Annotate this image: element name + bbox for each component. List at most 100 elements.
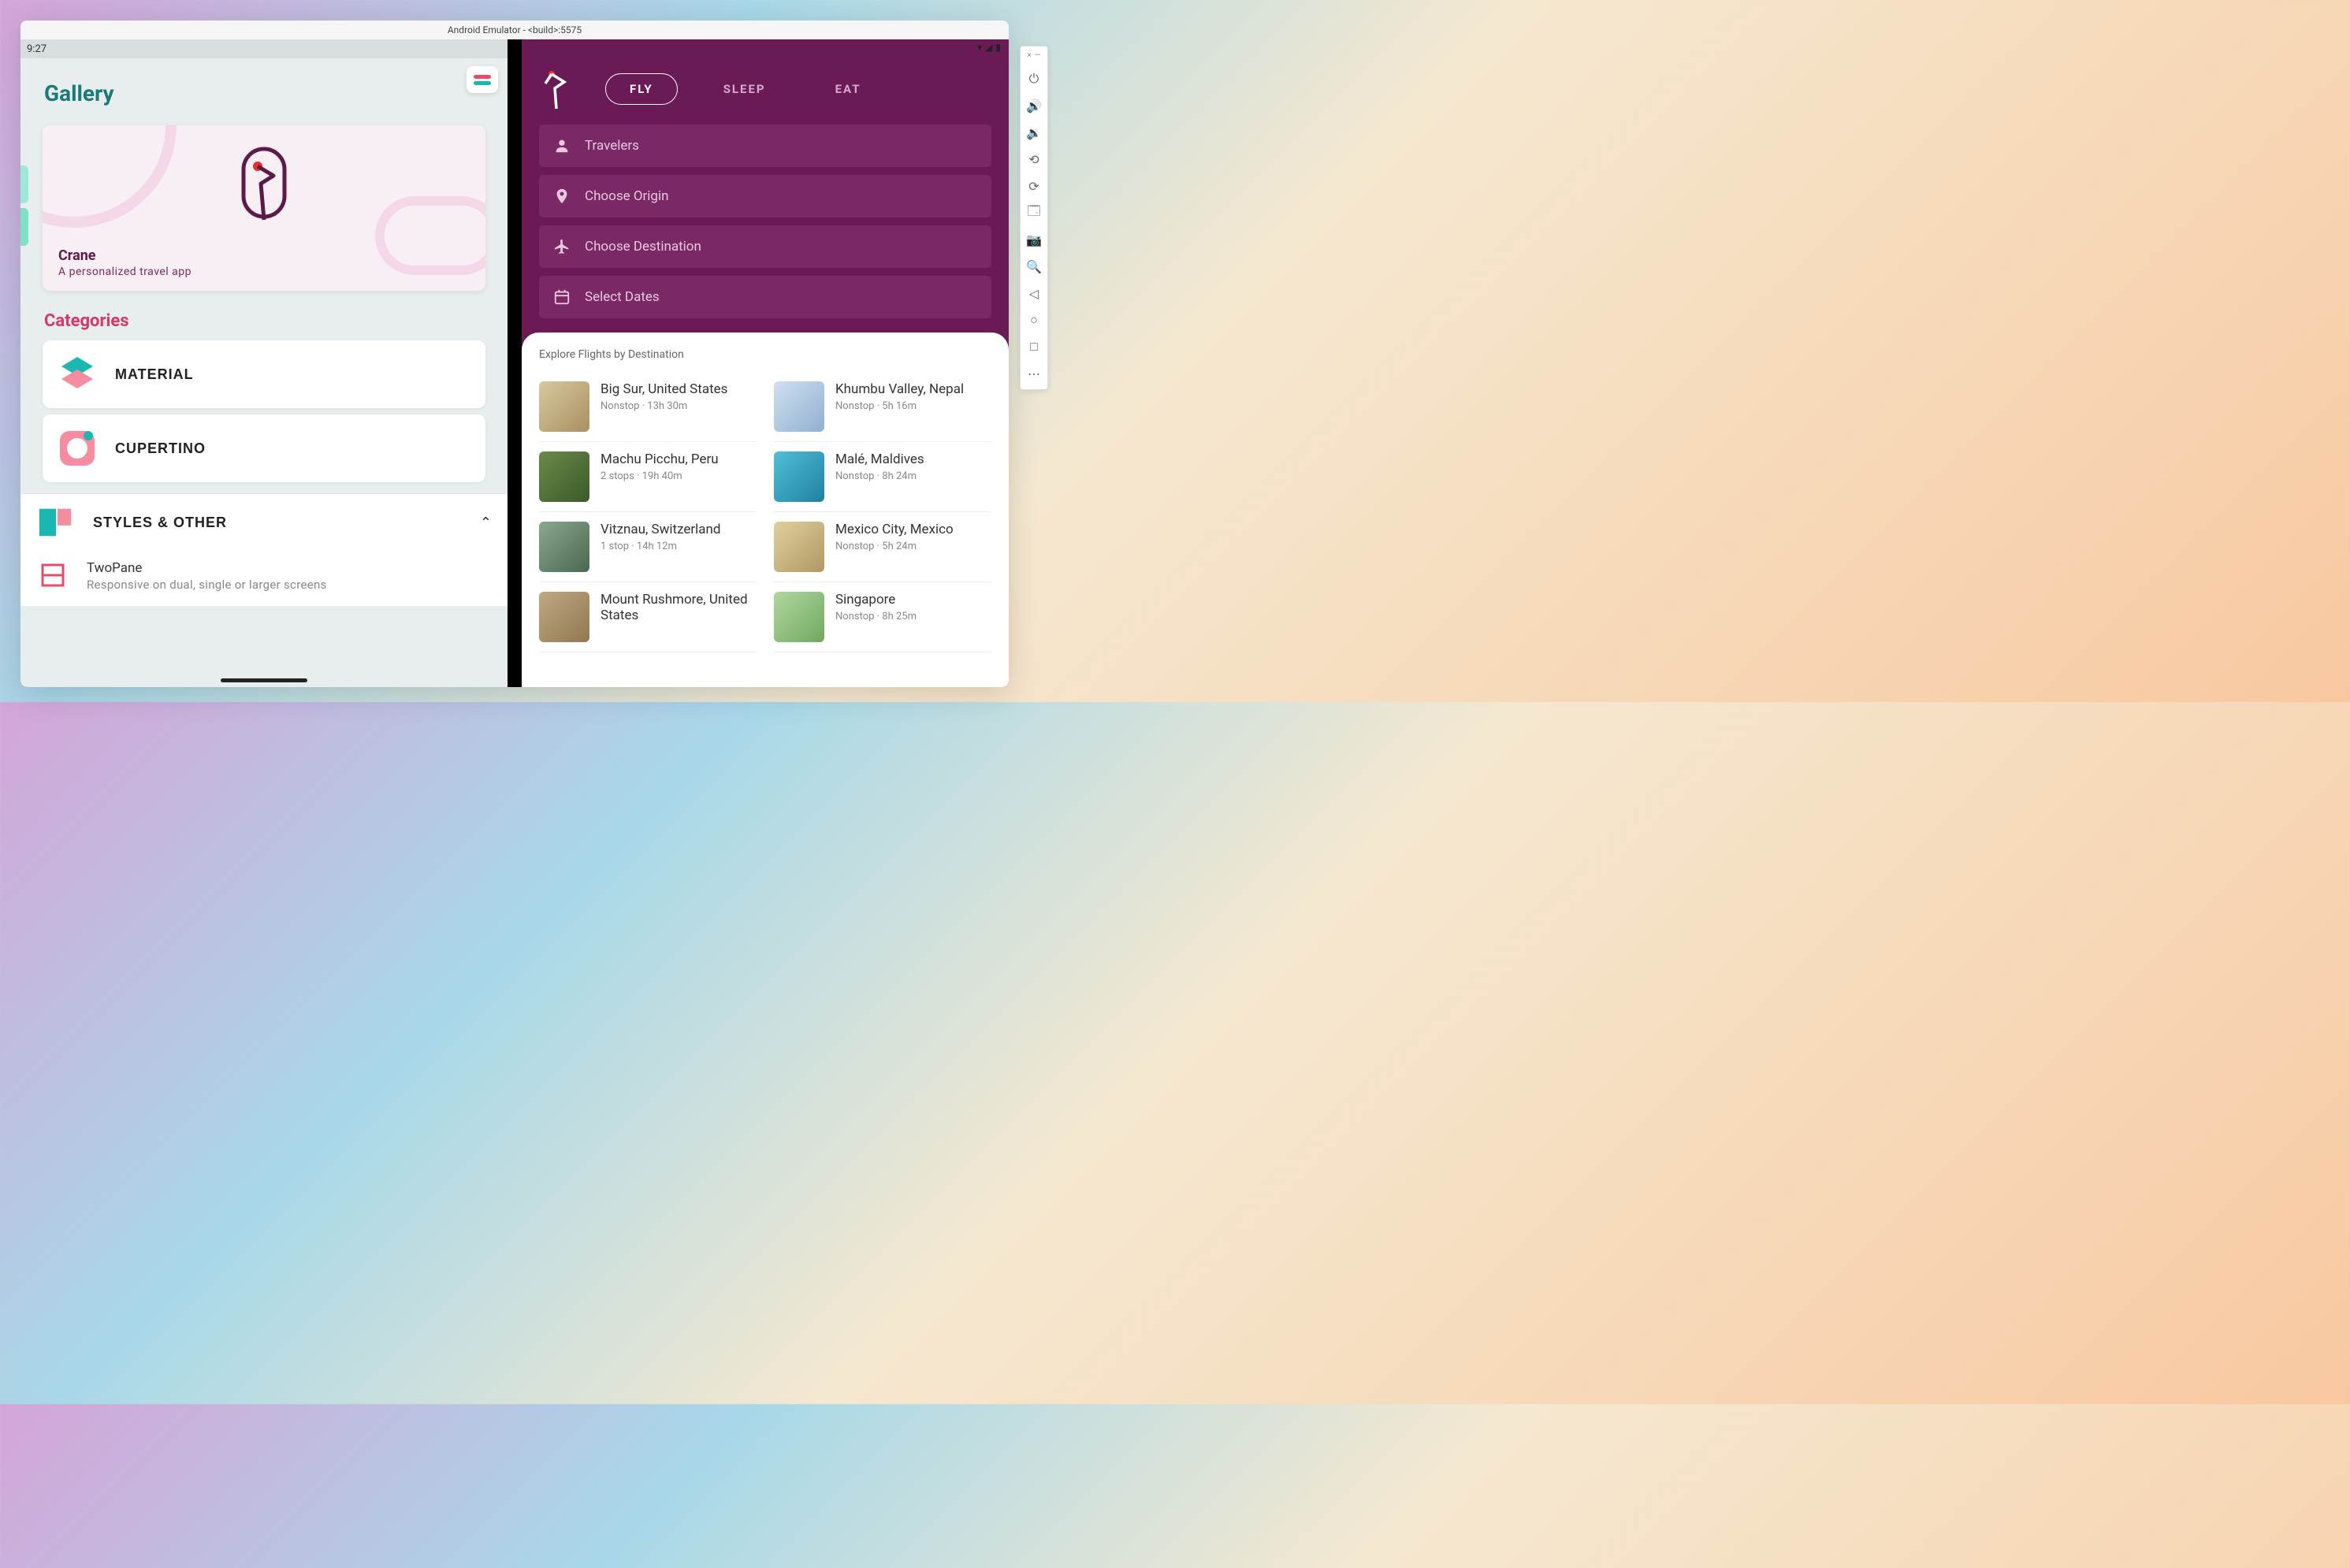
crane-logo-icon bbox=[236, 144, 292, 234]
crane-tabs: FLY SLEEP EAT bbox=[605, 73, 885, 105]
settings-toggle[interactable] bbox=[467, 66, 498, 93]
gallery-title: Gallery bbox=[20, 58, 508, 114]
power-icon[interactable]: ⏻ bbox=[1022, 66, 1046, 91]
categories-heading: Categories bbox=[44, 311, 484, 331]
edge-tab[interactable] bbox=[20, 208, 28, 246]
nav-handle[interactable] bbox=[556, 678, 643, 682]
explore-heading: Explore Flights by Destination bbox=[539, 348, 991, 361]
field-label: Select Dates bbox=[585, 289, 660, 305]
crane-topbar: FLY SLEEP EAT bbox=[522, 55, 1009, 124]
styles-item-title: TwoPane bbox=[87, 560, 327, 576]
explore-panel: Explore Flights by Destination Big Sur, … bbox=[522, 333, 1009, 687]
styles-item-twopane[interactable]: TwoPane Responsive on dual, single or la… bbox=[20, 551, 508, 606]
destination-meta: 2 stops · 19h 40m bbox=[601, 470, 719, 482]
destination-item[interactable]: Malé, Maldives Nonstop · 8h 24m bbox=[774, 442, 991, 512]
styles-header[interactable]: STYLES & OTHER ⌃ bbox=[20, 494, 508, 551]
destination-name: Mount Rushmore, United States bbox=[601, 592, 757, 624]
crane-card-subtitle: A personalized travel app bbox=[58, 266, 191, 278]
destination-image bbox=[774, 451, 824, 502]
rotate-right-icon[interactable]: ⟳ bbox=[1022, 173, 1046, 199]
destination-image bbox=[539, 592, 589, 642]
minimize-icon[interactable]: — bbox=[1035, 51, 1041, 60]
camera-icon[interactable]: 📷 bbox=[1022, 227, 1046, 252]
toolbar-window-controls: × — bbox=[1024, 50, 1043, 61]
destination-image bbox=[774, 381, 824, 432]
destination-name: Vitznau, Switzerland bbox=[601, 522, 721, 537]
destination-text: Mexico City, Mexico Nonstop · 5h 24m bbox=[835, 522, 954, 572]
destination-name: Big Sur, United States bbox=[601, 381, 727, 397]
field-label: Choose Origin bbox=[585, 188, 668, 204]
battery-icon: ▮ bbox=[995, 42, 1001, 53]
field-destination[interactable]: Choose Destination bbox=[539, 225, 991, 268]
destination-text: Mount Rushmore, United States bbox=[601, 592, 757, 642]
destination-image bbox=[774, 522, 824, 572]
destination-image bbox=[539, 451, 589, 502]
crane-card-title: Crane bbox=[58, 247, 191, 264]
split-divider[interactable] bbox=[508, 39, 522, 687]
destination-text: Machu Picchu, Peru 2 stops · 19h 40m bbox=[601, 451, 719, 502]
wifi-icon: ▾ bbox=[977, 42, 982, 53]
destination-item[interactable]: Big Sur, United States Nonstop · 13h 30m bbox=[539, 372, 757, 442]
emulator-body: 9:27 Gallery bbox=[20, 39, 1009, 687]
zoom-icon[interactable]: 🔍 bbox=[1022, 254, 1046, 279]
field-label: Choose Destination bbox=[585, 239, 701, 255]
category-label: CUPERTINO bbox=[115, 440, 206, 457]
volume-down-icon[interactable]: 🔉 bbox=[1022, 120, 1046, 145]
back-icon[interactable]: ◁ bbox=[1022, 281, 1046, 306]
overview-icon[interactable]: □ bbox=[1022, 334, 1046, 359]
destination-item[interactable]: SingaporeNonstop · 8h 25m bbox=[774, 582, 991, 652]
close-icon[interactable]: × bbox=[1027, 51, 1031, 60]
destination-item[interactable]: Mount Rushmore, United States bbox=[539, 582, 757, 652]
destination-name: Malé, Maldives bbox=[835, 451, 924, 467]
volume-up-icon[interactable]: 🔊 bbox=[1022, 93, 1046, 118]
destination-image bbox=[539, 522, 589, 572]
destination-name: Mexico City, Mexico bbox=[835, 522, 954, 537]
field-origin[interactable]: Choose Origin bbox=[539, 175, 991, 217]
field-label: Travelers bbox=[585, 138, 639, 154]
destination-meta: Nonstop · 8h 24m bbox=[835, 470, 924, 482]
nav-handle[interactable] bbox=[221, 678, 307, 682]
toggle-bar-icon bbox=[474, 75, 491, 79]
destination-name: Machu Picchu, Peru bbox=[601, 451, 719, 467]
signal-icon: ◢ bbox=[985, 42, 992, 53]
category-material[interactable]: MATERIAL bbox=[43, 340, 485, 408]
destination-grid: Big Sur, United States Nonstop · 13h 30m K… bbox=[539, 372, 991, 652]
destination-meta: Nonstop · 5h 16m bbox=[835, 400, 964, 412]
destination-image bbox=[539, 381, 589, 432]
status-bar-right: ▾ ◢ ▮ bbox=[522, 39, 1009, 55]
tab-eat[interactable]: EAT bbox=[812, 74, 885, 104]
destination-meta: Nonstop · 13h 30m bbox=[601, 400, 727, 412]
toggle-bar-icon bbox=[474, 81, 491, 85]
crane-feature-card[interactable]: Crane A personalized travel app bbox=[43, 125, 485, 291]
destination-item[interactable]: Vitznau, Switzerland1 stop · 14h 12m bbox=[539, 512, 757, 582]
search-fields: Travelers Choose Origin Choose Destinati… bbox=[522, 124, 1009, 318]
window-title: Android Emulator - <build>:5575 bbox=[448, 24, 582, 35]
tab-fly[interactable]: FLY bbox=[605, 73, 678, 105]
location-icon bbox=[553, 188, 571, 205]
twopane-icon bbox=[39, 562, 66, 589]
tab-sleep[interactable]: SLEEP bbox=[700, 74, 790, 104]
category-cupertino[interactable]: CUPERTINO bbox=[43, 414, 485, 482]
destination-item[interactable]: Khumbu Valley, Nepal Nonstop · 5h 16m bbox=[774, 372, 991, 442]
destination-text: Big Sur, United States Nonstop · 13h 30m bbox=[601, 381, 727, 432]
crane-logo-icon bbox=[541, 68, 571, 110]
more-icon[interactable]: ⋯ bbox=[1022, 361, 1046, 386]
destination-text: Khumbu Valley, Nepal Nonstop · 5h 16m bbox=[835, 381, 964, 432]
home-icon[interactable]: ○ bbox=[1022, 307, 1046, 333]
edge-tab[interactable] bbox=[20, 165, 28, 203]
field-travelers[interactable]: Travelers bbox=[539, 124, 991, 167]
destination-image bbox=[774, 592, 824, 642]
destination-item[interactable]: Mexico City, Mexico Nonstop · 5h 24m bbox=[774, 512, 991, 582]
material-icon bbox=[57, 354, 98, 395]
plane-icon bbox=[553, 238, 571, 255]
field-dates[interactable]: Select Dates bbox=[539, 276, 991, 318]
destination-text: Malé, Maldives Nonstop · 8h 24m bbox=[835, 451, 924, 502]
rotate-left-icon[interactable]: ⟲ bbox=[1022, 147, 1046, 172]
destination-name: Khumbu Valley, Nepal bbox=[835, 381, 964, 397]
styles-label: STYLES & OTHER bbox=[93, 515, 227, 531]
destination-meta: Nonstop · 5h 24m bbox=[835, 541, 954, 552]
edge-tabs bbox=[20, 165, 28, 251]
destination-meta: Nonstop · 8h 25m bbox=[835, 611, 917, 622]
screenshot-folder-icon[interactable]: 🗔 bbox=[1022, 200, 1046, 225]
destination-item[interactable]: Machu Picchu, Peru 2 stops · 19h 40m bbox=[539, 442, 757, 512]
